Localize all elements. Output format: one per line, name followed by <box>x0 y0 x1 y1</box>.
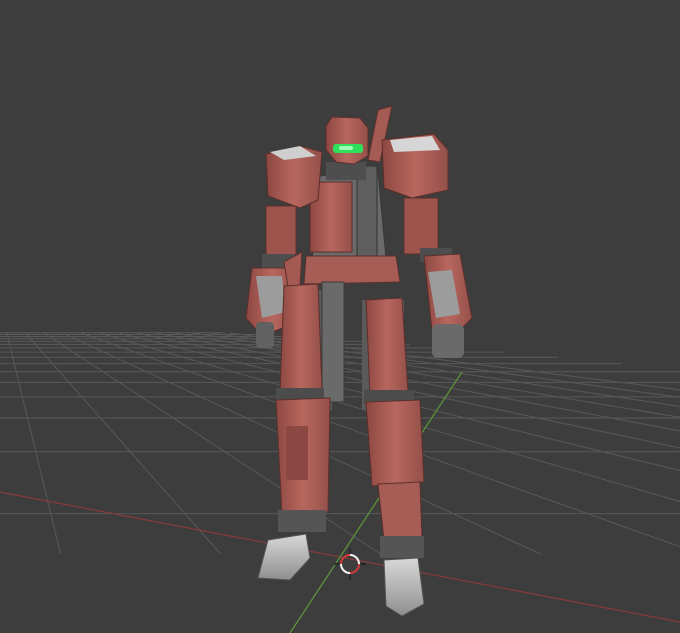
head <box>325 116 369 165</box>
right-shin-armor <box>365 399 425 487</box>
left-upper-arm <box>265 205 297 259</box>
right-foot <box>383 557 425 617</box>
left-ankle <box>278 510 326 532</box>
right-ankle <box>380 536 424 558</box>
viewport-canvas[interactable] <box>0 0 680 633</box>
visor-glow <box>339 146 353 150</box>
left-hand <box>256 322 274 348</box>
right-upper-arm <box>403 197 439 255</box>
collar <box>326 162 366 180</box>
left-thigh-armor <box>279 283 323 393</box>
waist-center <box>321 281 345 403</box>
right-thigh-armor <box>365 297 409 397</box>
right-lower-shin <box>377 481 423 541</box>
waist-armor <box>303 255 401 285</box>
right-hand <box>432 324 464 358</box>
3d-viewport[interactable] <box>0 0 680 633</box>
left-shin-plate <box>286 426 308 480</box>
